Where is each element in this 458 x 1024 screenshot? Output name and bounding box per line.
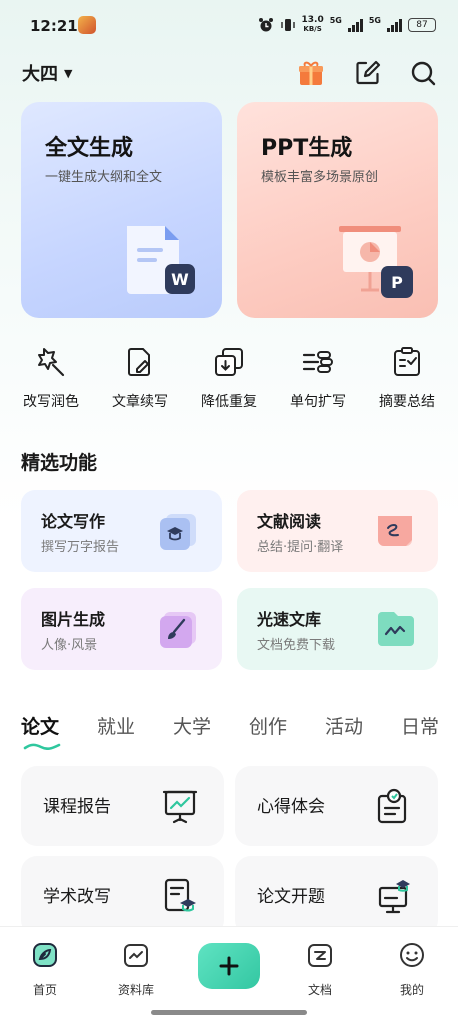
grade-selector[interactable]: 大四 ▼ [22, 60, 72, 86]
feature-title: 文献阅读 [257, 512, 322, 531]
category-label: 论文开题 [257, 887, 325, 907]
nav-label: 我的 [399, 983, 424, 997]
category-reflections[interactable]: 心得体会 [235, 766, 438, 846]
status-indicators: 13.0 KB/S 5G 5G 87 [258, 15, 436, 34]
expand-sentence-icon [302, 351, 333, 373]
sig2-label: 5G [368, 16, 381, 25]
grade-label: 大四 [22, 64, 58, 85]
top-header: 大四 ▼ [0, 52, 458, 94]
tool-continue-writing[interactable]: 文章续写 [100, 345, 180, 411]
tool-label: 单句扩写 [290, 394, 346, 410]
category-label: 心得体会 [257, 797, 325, 817]
signal-icon-1 [347, 18, 363, 32]
sig1-label: 5G [329, 16, 342, 25]
continue-writing-icon [128, 348, 150, 376]
thesis-proposal-icon [378, 880, 410, 914]
profile-icon [400, 943, 424, 967]
tool-summary[interactable]: 摘要总结 [367, 345, 447, 411]
rewrite-icon [38, 348, 65, 377]
tool-label: 降低重复 [201, 394, 257, 410]
tool-rewrite[interactable]: 改写润色 [11, 345, 91, 411]
tool-label: 文章续写 [112, 394, 168, 410]
alarm-icon [258, 18, 273, 32]
nav-documents[interactable]: 文档 [290, 941, 350, 998]
feature-title: 光速文库 [257, 610, 322, 629]
tab-university[interactable]: 大学 [173, 712, 211, 739]
academic-rewrite-icon [164, 878, 196, 912]
reading-icon [378, 516, 412, 546]
ppt-generation-card[interactable]: PPT生成 模板丰富多场景原创 P [237, 102, 438, 318]
feature-literature-reading[interactable]: 文献阅读 总结·提问·翻译 [237, 490, 438, 572]
full-text-generation-card[interactable]: 全文生成 一键生成大纲和全文 W [21, 102, 222, 318]
feature-light-speed-library[interactable]: 光速文库 文档免费下载 [237, 588, 438, 670]
tool-reduce-duplicate[interactable]: 降低重复 [189, 345, 269, 411]
tool-expand-sentence[interactable]: 单句扩写 [278, 345, 358, 411]
feature-title: 图片生成 [41, 610, 106, 629]
active-tab-indicator [23, 743, 61, 750]
category-academic-rewrite[interactable]: 学术改写 [21, 856, 224, 936]
reduce-duplicate-icon [215, 348, 243, 376]
home-icon [33, 943, 57, 967]
signal-icon-2 [387, 18, 402, 32]
feature-image-generation[interactable]: 图片生成 人像·风景 [21, 588, 222, 670]
category-thesis-proposal[interactable]: 论文开题 [235, 856, 438, 936]
bottom-navigation: 首页 资料库 文档 我的 [0, 926, 458, 1024]
presentation-icon [162, 790, 198, 824]
tool-row: 改写润色 文章续写 降低重复 单句扩写 摘要总结 [0, 345, 458, 415]
vibrate-icon [280, 19, 295, 31]
feature-title: 论文写作 [41, 512, 106, 531]
status-time: 12:21 [30, 17, 78, 35]
graduation-cap-icon [160, 514, 196, 550]
nav-label: 首页 [32, 983, 57, 997]
gift-icon[interactable] [296, 58, 326, 88]
search-icon[interactable] [408, 58, 438, 88]
summary-icon [394, 347, 420, 376]
library-icon [378, 612, 414, 646]
tab-thesis[interactable]: 论文 [21, 712, 59, 739]
category-tabs: 论文 就业 大学 创作 活动 日常 [0, 712, 458, 752]
create-button[interactable] [198, 943, 260, 989]
featured-section-title: 精选功能 [21, 452, 98, 474]
document-icon [308, 944, 332, 967]
tab-daily[interactable]: 日常 [401, 712, 439, 739]
nav-home[interactable]: 首页 [15, 941, 75, 998]
tool-label: 摘要总结 [379, 394, 435, 410]
nav-library[interactable]: 资料库 [106, 941, 166, 998]
category-course-report[interactable]: 课程报告 [21, 766, 224, 846]
feature-subtitle: 人像·风景 [41, 638, 98, 653]
category-label: 学术改写 [43, 887, 111, 907]
card-subtitle: 模板丰富多场景原创 [261, 170, 379, 185]
net-speed: 13.0 KB/S [301, 15, 324, 34]
thoughts-icon [377, 788, 407, 824]
nav-profile[interactable]: 我的 [382, 941, 442, 998]
status-bar: 12:21 13.0 KB/S 5G 5G 87 [0, 0, 458, 52]
battery-icon: 87 [408, 18, 436, 32]
category-label: 课程报告 [43, 797, 111, 817]
plus-icon [219, 956, 239, 976]
document-word-icon: W [127, 226, 195, 294]
nav-label: 资料库 [117, 983, 154, 997]
card-title: PPT生成 [261, 136, 353, 161]
app-notification-icon [78, 16, 96, 34]
presentation-ppt-icon: P [339, 226, 413, 298]
home-indicator[interactable] [151, 1010, 307, 1015]
tab-activities[interactable]: 活动 [325, 712, 363, 739]
brush-icon [160, 612, 196, 648]
edit-icon[interactable] [353, 58, 383, 88]
feature-subtitle: 撰写万字报告 [41, 540, 120, 555]
nav-label: 文档 [307, 983, 332, 997]
caret-down-icon: ▼ [64, 66, 73, 80]
badge-w: W [171, 270, 189, 289]
tab-creation[interactable]: 创作 [249, 712, 287, 739]
tool-label: 改写润色 [23, 394, 79, 410]
library-nav-icon [124, 944, 148, 967]
card-title: 全文生成 [45, 136, 134, 161]
badge-p: P [391, 273, 403, 292]
feature-subtitle: 文档免费下载 [257, 638, 336, 653]
feature-subtitle: 总结·提问·翻译 [257, 540, 344, 555]
card-subtitle: 一键生成大纲和全文 [45, 170, 163, 185]
feature-thesis-writing[interactable]: 论文写作 撰写万字报告 [21, 490, 222, 572]
tab-employment[interactable]: 就业 [97, 712, 135, 739]
